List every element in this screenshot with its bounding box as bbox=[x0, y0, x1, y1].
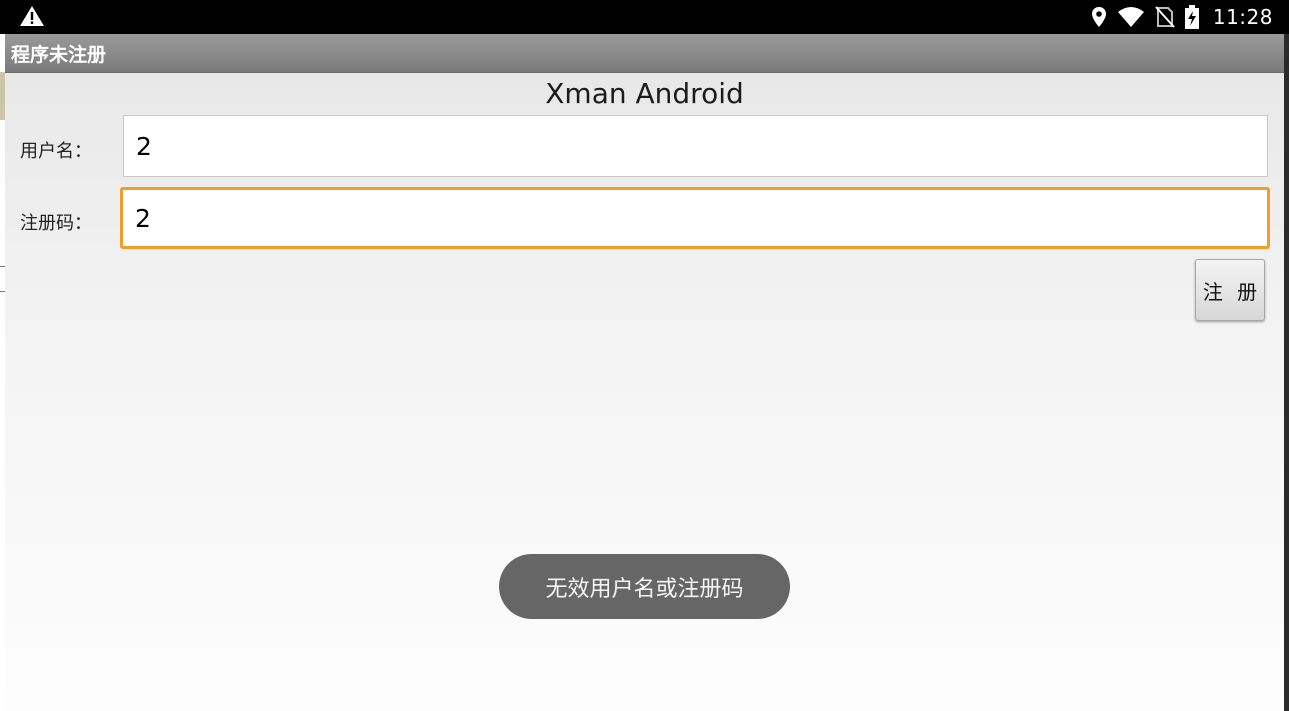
wifi-icon bbox=[1117, 7, 1144, 27]
regcode-label: 注册码： bbox=[20, 213, 92, 234]
clock: 11:28 bbox=[1212, 5, 1273, 29]
battery-charging-icon bbox=[1184, 5, 1199, 29]
title-bar: 程序未注册 bbox=[0, 34, 1289, 73]
username-label: 用户名： bbox=[20, 141, 92, 162]
right-edge bbox=[1284, 34, 1289, 711]
no-sim-icon bbox=[1155, 6, 1175, 28]
username-input[interactable]: 2 bbox=[123, 115, 1268, 177]
register-button[interactable]: 注 册 bbox=[1195, 259, 1265, 321]
status-icons: 11:28 bbox=[1091, 0, 1273, 34]
status-bar: 11:28 bbox=[0, 0, 1289, 34]
regcode-input[interactable]: 2 bbox=[120, 187, 1270, 249]
toast-message: 无效用户名或注册码 bbox=[499, 554, 790, 619]
app-heading: Xman Android bbox=[545, 77, 744, 110]
location-icon bbox=[1091, 7, 1106, 27]
main-content: Xman Android 用户名： 2 注册码： 2 注 册 无效用户名或注册码 bbox=[5, 73, 1284, 711]
android-screen: 11:28 程序未注册 Xman Android 用户名： 2 注册码： 2 注… bbox=[0, 0, 1289, 711]
window-title: 程序未注册 bbox=[11, 44, 107, 66]
warning-icon bbox=[20, 6, 44, 26]
